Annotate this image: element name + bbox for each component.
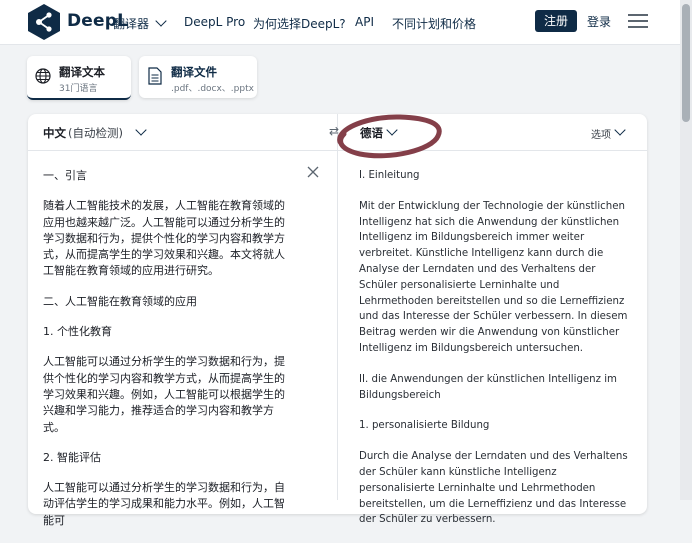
translator-menu-chevron-icon[interactable] <box>155 15 167 27</box>
source-paragraph: 人工智能可以通过分析学生的学习数据和行为，提供个性化的学习内容和教学方式，从而提… <box>43 355 285 434</box>
source-paragraph: 二、人工智能在教育领域的应用 <box>43 294 197 308</box>
scrollbar-thumb[interactable] <box>682 4 690 122</box>
register-button[interactable]: 注册 <box>535 10 577 32</box>
source-paragraph: 随着人工智能技术的发展，人工智能在教育领域的应用也越来越广泛。人工智能可以通过分… <box>43 199 285 278</box>
tab-translate-text[interactable]: 翻译文本 31门语言 <box>27 56 131 100</box>
tab-translate-text-subtitle: 31门语言 <box>59 84 98 94</box>
source-paragraph: 2. 智能评估 <box>43 450 101 464</box>
globe-icon <box>35 68 51 84</box>
nav-api[interactable]: API <box>355 15 374 29</box>
logo-subtitle[interactable]: 翻译器 <box>113 15 149 32</box>
nav-deepl-pro[interactable]: DeepL Pro <box>184 15 245 29</box>
login-link[interactable]: 登录 <box>587 13 611 30</box>
tab-translate-files-title: 翻译文件 <box>171 65 217 79</box>
top-navbar: DeepL 翻译器 DeepL Pro 为何选择DeepL? API 不同计划和… <box>0 0 680 45</box>
tab-translate-files[interactable]: 翻译文件 .pdf、.docx、.pptx <box>139 56 257 98</box>
tab-translate-files-subtitle: .pdf、.docx、.pptx <box>171 84 254 94</box>
source-language-label[interactable]: 中文 <box>43 125 66 141</box>
target-paragraph: II. die Anwendungen der künstlichen Inte… <box>359 373 617 401</box>
source-paragraph: 1. 个性化教育 <box>43 325 112 339</box>
nav-plans-pricing[interactable]: 不同计划和价格 <box>392 15 476 32</box>
source-paragraph: 一、引言 <box>43 169 87 182</box>
nav-why-deepl[interactable]: 为何选择DeepL? <box>253 15 346 32</box>
annotation-circle <box>337 114 442 159</box>
target-text-area[interactable]: I. Einleitung Mit der Entwicklung der Te… <box>359 168 631 543</box>
source-text-area[interactable]: 一、引言 随着人工智能技术的发展，人工智能在教育领域的应用也越来越广泛。人工智能… <box>43 168 295 543</box>
panel-divider <box>337 114 338 500</box>
target-paragraph: 1. personalisierte Bildung <box>359 420 490 432</box>
options-label[interactable]: 选项 <box>591 126 611 141</box>
source-paragraph: 人工智能可以通过分析学生的学习数据和行为，自动评估学生的学习成果和能力水平。例如… <box>43 481 285 527</box>
document-icon <box>148 67 162 85</box>
deepl-logo-icon[interactable] <box>26 3 62 41</box>
clear-text-icon[interactable] <box>307 166 319 178</box>
source-detect-label[interactable]: (自动检测) <box>68 125 123 141</box>
target-paragraph: Durch die Analyse der Lerndaten und des … <box>359 451 628 526</box>
target-paragraph: I. Einleitung <box>359 170 420 181</box>
target-paragraph: Mit der Entwicklung der Technologie der … <box>359 200 628 354</box>
menu-icon[interactable] <box>628 14 648 28</box>
tab-translate-text-title: 翻译文本 <box>59 65 105 79</box>
